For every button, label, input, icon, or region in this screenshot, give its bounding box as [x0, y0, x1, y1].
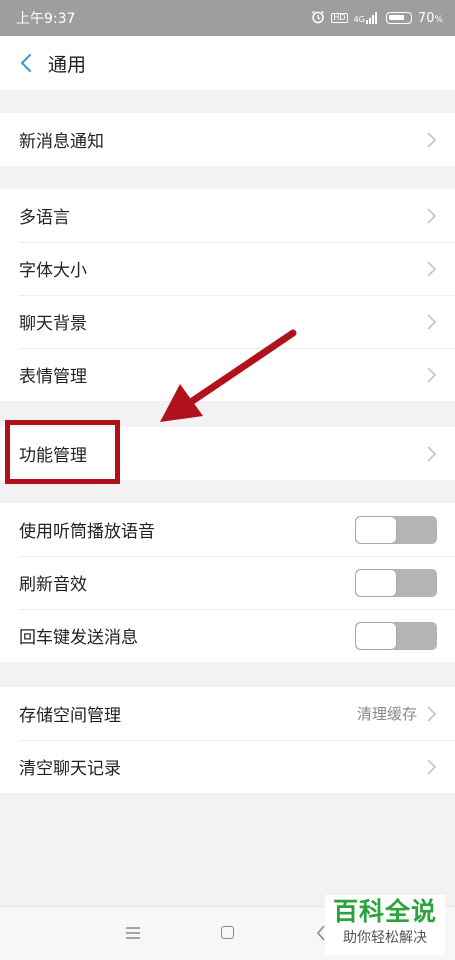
row-emoji-management[interactable]: 表情管理 — [0, 348, 455, 401]
row-clear-chat-history[interactable]: 清空聊天记录 — [0, 740, 455, 793]
row-label: 字体大小 — [19, 261, 87, 281]
row-earpiece-playback: 使用听筒播放语音 — [0, 503, 455, 556]
row-right: 清理缓存 — [357, 703, 437, 724]
chevron-right-icon — [427, 313, 437, 330]
row-label: 多语言 — [19, 208, 70, 228]
watermark-subtitle: 助你轻松解决 — [343, 930, 427, 946]
row-chat-background[interactable]: 聊天背景 — [0, 295, 455, 348]
alarm-icon — [311, 10, 325, 26]
network-label: 4G — [353, 15, 365, 24]
refresh-sound-toggle[interactable] — [355, 568, 437, 597]
clear-cache-hint: 清理缓存 — [356, 705, 417, 723]
signal-4g-icon: 4G — [354, 12, 378, 24]
toggle-knob — [356, 622, 396, 649]
row-new-message-notify[interactable]: 新消息通知 — [0, 113, 455, 166]
status-icons: HD 4G 70% — [311, 10, 443, 26]
back-icon[interactable] — [6, 36, 46, 90]
row-label: 清空聊天记录 — [19, 759, 121, 779]
watermark-title: 百科全说 — [332, 897, 437, 926]
chevron-right-icon — [427, 445, 437, 462]
row-refresh-sound: 刷新音效 — [0, 556, 455, 609]
row-storage-management[interactable]: 存储空间管理 清理缓存 — [0, 687, 455, 740]
row-label: 聊天背景 — [19, 314, 87, 334]
menu-icon[interactable] — [126, 927, 140, 939]
status-bar: 上午9:37 HD 4G 70% — [0, 0, 455, 36]
enter-send-toggle[interactable] — [355, 621, 437, 650]
hd-icon: HD — [331, 13, 348, 23]
row-feature-management[interactable]: 功能管理 — [0, 427, 455, 480]
chevron-right-icon — [427, 260, 437, 277]
section-toggles: 使用听筒播放语音 刷新音效 回车键发送消息 — [0, 503, 455, 662]
row-language[interactable]: 多语言 — [0, 189, 455, 242]
chevron-right-icon — [427, 366, 437, 383]
header-bar: 通用 — [0, 36, 455, 90]
toggle-knob — [356, 569, 396, 596]
row-label: 表情管理 — [19, 367, 87, 387]
row-label: 回车键发送消息 — [19, 628, 138, 648]
row-font-size[interactable]: 字体大小 — [0, 242, 455, 295]
battery-level: 70% — [417, 10, 443, 26]
row-label: 使用听筒播放语音 — [19, 522, 155, 542]
page-title: 通用 — [48, 53, 87, 76]
battery-icon — [385, 12, 412, 24]
toggle-knob — [356, 516, 396, 543]
row-label: 功能管理 — [19, 446, 87, 466]
section-appearance: 多语言 字体大小 聊天背景 表情管理 — [0, 189, 455, 401]
row-label: 新消息通知 — [19, 132, 104, 152]
section-storage: 存储空间管理 清理缓存 清空聊天记录 — [0, 687, 455, 793]
home-icon[interactable] — [221, 926, 234, 939]
section-notifications: 新消息通知 — [0, 113, 455, 166]
chevron-right-icon — [427, 758, 437, 775]
watermark-logo: 百科全说 助你轻松解决 — [325, 895, 445, 955]
chevron-right-icon — [427, 131, 437, 148]
section-features: 功能管理 — [0, 427, 455, 480]
row-label: 存储空间管理 — [19, 706, 121, 726]
row-enter-to-send: 回车键发送消息 — [0, 609, 455, 662]
chevron-right-icon — [427, 207, 437, 224]
chevron-right-icon — [427, 705, 437, 722]
earpiece-toggle[interactable] — [355, 515, 437, 544]
row-label: 刷新音效 — [19, 575, 87, 595]
status-time: 上午9:37 — [16, 11, 76, 27]
